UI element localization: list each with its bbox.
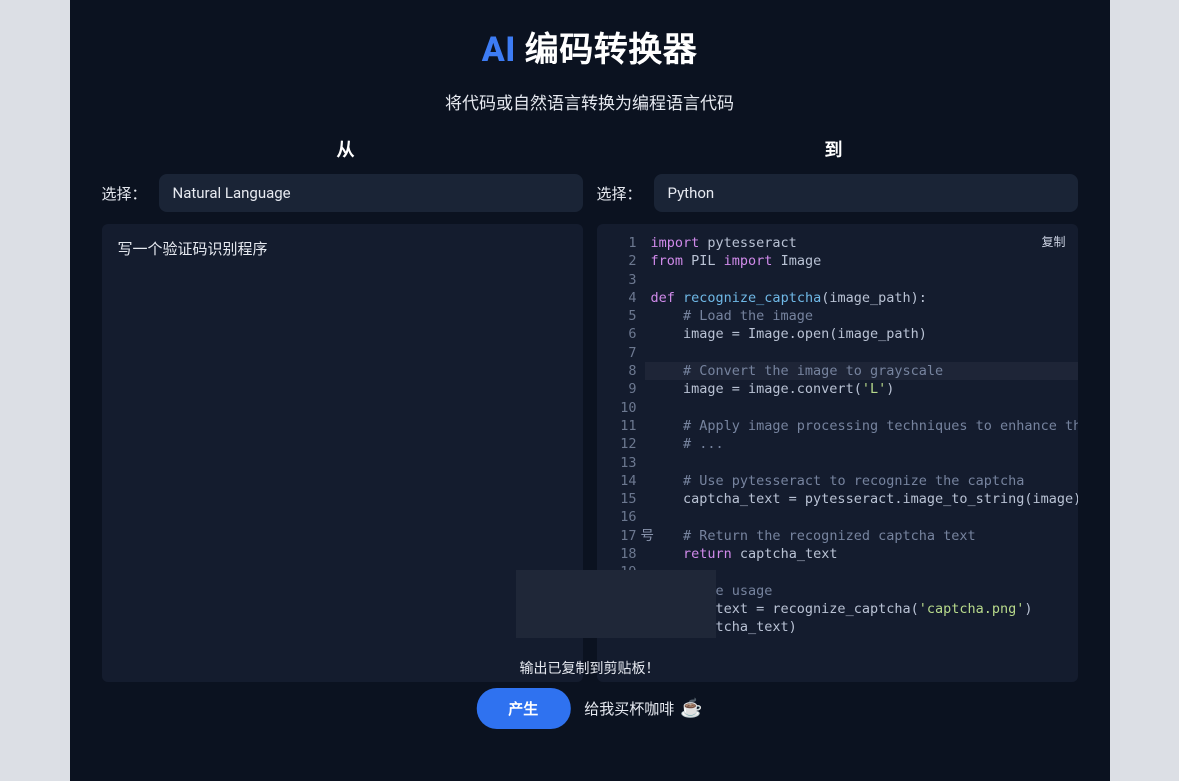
from-label: 从 xyxy=(102,136,590,162)
code-line xyxy=(651,454,1068,472)
to-select-label: 选择： xyxy=(597,183,642,204)
from-selector-holder: 选择： Natural Language xyxy=(102,174,583,212)
code-line: # ... xyxy=(651,435,1068,453)
line-number: 3 xyxy=(597,271,637,289)
line-number: 5 xyxy=(597,307,637,325)
line-number: 14 xyxy=(597,472,637,490)
line-number: 8 xyxy=(597,362,637,380)
code-line: # Convert the image to grayscale xyxy=(651,362,1068,380)
code-line: return captcha_text xyxy=(651,545,1068,563)
code-line: image = Image.open(image_path) xyxy=(651,325,1068,343)
line-number: 10 xyxy=(597,399,637,417)
code-line: # Return the recognized captcha text xyxy=(651,527,1068,545)
line-number: 11 xyxy=(597,417,637,435)
code-line xyxy=(651,508,1068,526)
code-line: image = image.convert('L') xyxy=(651,380,1068,398)
line-number: 16 xyxy=(597,508,637,526)
overlay-block xyxy=(516,570,716,638)
title-ai: AI xyxy=(482,30,516,70)
code-line: # Apply image processing techniques to e… xyxy=(651,417,1068,435)
line-number: 13 xyxy=(597,454,637,472)
generate-button[interactable]: 产生 xyxy=(476,688,570,729)
code-line xyxy=(651,344,1068,362)
code-line xyxy=(651,399,1068,417)
copy-button[interactable]: 复制 xyxy=(1039,232,1067,251)
line-number: 15 xyxy=(597,490,637,508)
line-number: 12 xyxy=(597,435,637,453)
line-number: 1 xyxy=(597,234,637,252)
code-line: # Use pytesseract to recognize the captc… xyxy=(651,472,1068,490)
coffee-icon: ☕ xyxy=(680,700,702,718)
line-number: 7 xyxy=(597,344,637,362)
coffee-label: 给我买杯咖啡 xyxy=(584,698,674,719)
code-line: from PIL import Image xyxy=(651,252,1068,270)
to-label: 到 xyxy=(590,136,1078,162)
from-select-label: 选择： xyxy=(102,183,147,204)
input-text[interactable]: 写一个验证码识别程序 xyxy=(102,224,583,273)
line-number: 9 xyxy=(597,380,637,398)
copied-toast: 输出已复制到剪贴板！ xyxy=(520,658,660,678)
code-line xyxy=(651,271,1068,289)
page-title: AI 编码转换器 xyxy=(70,22,1110,71)
code-line: # Load the image xyxy=(651,307,1068,325)
selectors-row: 选择： Natural Language 选择： Python xyxy=(70,174,1110,212)
buy-coffee-link[interactable]: 给我买杯咖啡 ☕ xyxy=(584,698,702,719)
line-number: 6 xyxy=(597,325,637,343)
line-number: 4 xyxy=(597,289,637,307)
app-container: AI 编码转换器 将代码或自然语言转换为编程语言代码 从 到 选择： Natur… xyxy=(70,0,1110,781)
line-number: 18 xyxy=(597,545,637,563)
line-number: 17 xyxy=(597,527,637,545)
code-line: import pytesseract xyxy=(651,234,1068,252)
code-line: def recognize_captcha(image_path): xyxy=(651,289,1068,307)
from-language-select[interactable]: Natural Language xyxy=(159,174,583,212)
code-line: captcha_text = pytesseract.image_to_stri… xyxy=(651,490,1068,508)
line-number: 2 xyxy=(597,252,637,270)
title-rest: 编码转换器 xyxy=(516,30,697,70)
page-subtitle: 将代码或自然语言转换为编程语言代码 xyxy=(70,89,1110,114)
action-row: 产生 给我买杯咖啡 ☕ xyxy=(476,688,702,729)
to-language-select[interactable]: Python xyxy=(654,174,1078,212)
column-labels: 从 到 xyxy=(70,136,1110,162)
to-selector-holder: 选择： Python xyxy=(597,174,1078,212)
input-panel[interactable]: 写一个验证码识别程序 xyxy=(102,224,583,682)
